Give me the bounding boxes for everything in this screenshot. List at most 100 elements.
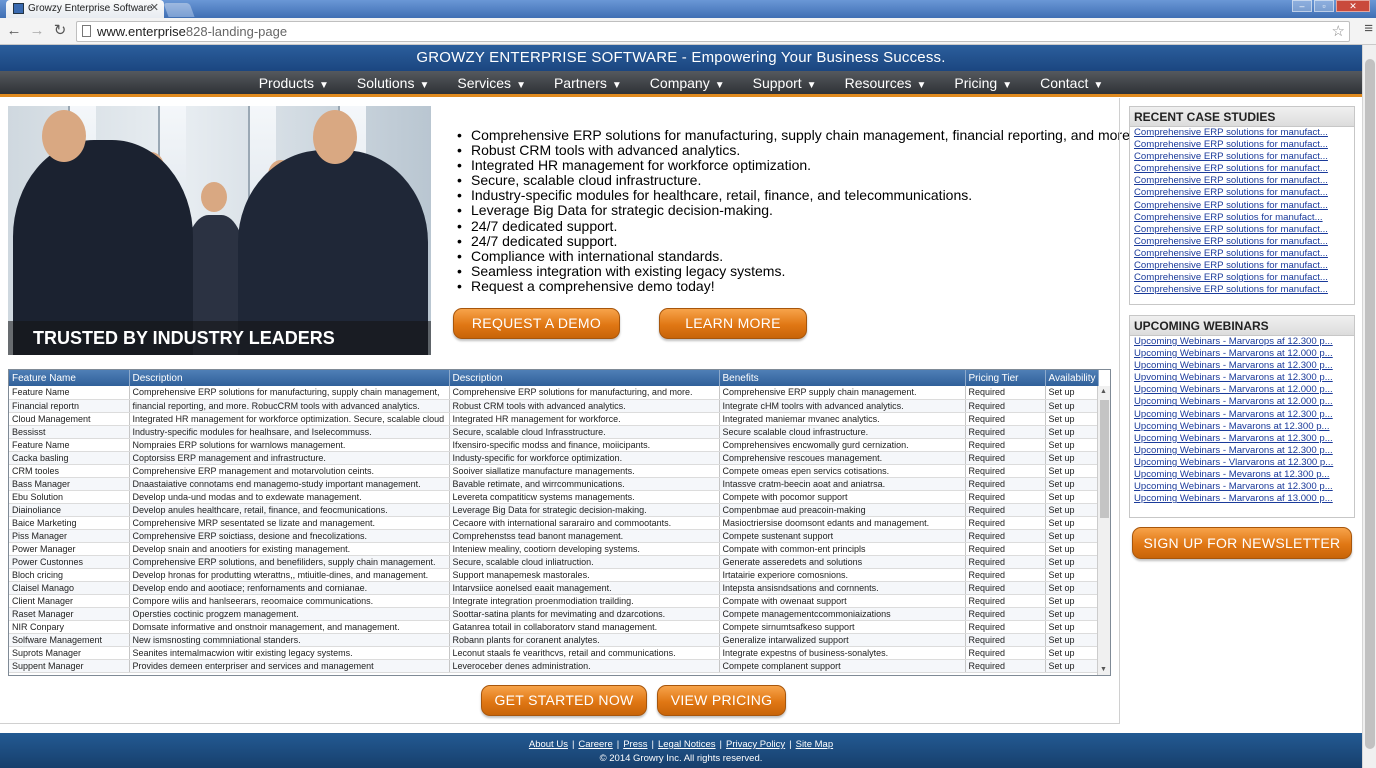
table-row[interactable]: Power Custonnes Comprehensive ERP solutio… bbox=[9, 555, 1099, 569]
case-study-link[interactable]: Comprehensive ERP solutions for manufact… bbox=[1130, 127, 1354, 139]
table-cell: Set up bbox=[1045, 425, 1099, 439]
close-window-icon[interactable]: ✕ bbox=[1336, 0, 1370, 12]
nav-item-partners[interactable]: Partners ▼ bbox=[540, 71, 636, 94]
table-row[interactable]: Piss Manager Comprehensive ERP soictiass,… bbox=[9, 529, 1099, 543]
case-study-link[interactable]: Comprehensive ERP solutions for manufact… bbox=[1130, 187, 1354, 199]
minimize-icon[interactable]: – bbox=[1292, 0, 1312, 12]
table-row[interactable]: Suprots Manager Seanites intemalmacwion w… bbox=[9, 646, 1099, 660]
request-demo-button[interactable]: REQUEST A DEMO bbox=[453, 308, 620, 339]
case-study-link[interactable]: Comprehensive ERP solutions for manufact… bbox=[1130, 163, 1354, 175]
case-study-link[interactable]: Comprehensive ERP solutions for manufact… bbox=[1130, 200, 1354, 212]
new-tab-button[interactable] bbox=[163, 3, 195, 17]
webinar-link[interactable]: Upcoming Webinars - Marvarons at 12.300 … bbox=[1130, 445, 1354, 457]
nav-item-pricing[interactable]: Pricing ▼ bbox=[940, 71, 1026, 94]
case-study-link[interactable]: Comprehensive ERP solutions for manufact… bbox=[1130, 224, 1354, 236]
person-head bbox=[201, 182, 227, 212]
nav-item-contact[interactable]: Contact ▼ bbox=[1026, 71, 1117, 94]
table-row[interactable]: Cloud Management Integrated HR management… bbox=[9, 412, 1099, 426]
webinar-link[interactable]: Upcoming Webinars - Mevarons at 12.300 p… bbox=[1130, 469, 1354, 481]
table-row[interactable]: Diainoliance Develop anules healthcare, r… bbox=[9, 503, 1099, 517]
table-row[interactable]: NIR Conpary Domsate informative and onstn… bbox=[9, 620, 1099, 634]
case-study-link[interactable]: Comprehensive ERP solutions for manufact… bbox=[1130, 248, 1354, 260]
learn-more-button[interactable]: LEARN MORE bbox=[659, 308, 807, 339]
table-row[interactable]: Feature Name Comprehensive ERP solutions … bbox=[9, 386, 1099, 400]
case-study-link[interactable]: Comprehensive ERP solutions for manufact… bbox=[1130, 284, 1354, 296]
table-cell: Bass Manager bbox=[9, 477, 130, 491]
table-row[interactable]: Feature Name Nompraies ERP solutions for … bbox=[9, 438, 1099, 452]
feature-item: Comprehensive ERP solutions for manufact… bbox=[457, 127, 1134, 143]
webinar-link[interactable]: Upcoming Webinars - Marvarons at 12.300 … bbox=[1130, 481, 1354, 493]
table-scrollbar[interactable]: ▲ ▼ bbox=[1097, 386, 1110, 675]
view-pricing-button[interactable]: VIEW PRICING bbox=[657, 685, 786, 716]
footer-link[interactable]: Careere bbox=[578, 739, 612, 750]
case-study-link[interactable]: Comprehensive ERP solutions for manufact… bbox=[1130, 151, 1354, 163]
scroll-down-icon[interactable]: ▼ bbox=[1100, 666, 1107, 673]
page-scroll-thumb[interactable] bbox=[1365, 59, 1375, 749]
table-cell: Required bbox=[965, 607, 1046, 621]
webinar-link[interactable]: Upcoming Webinars - Vlarvarons at 12.300… bbox=[1130, 457, 1354, 469]
webinar-link[interactable]: Upcoming Webinars - Marvarons at 12.000 … bbox=[1130, 384, 1354, 396]
table-row[interactable]: Bessisst Industry-specific modules for he… bbox=[9, 425, 1099, 439]
table-row[interactable]: Ebu Solution Develop unda-und modas and t… bbox=[9, 490, 1099, 504]
table-row[interactable]: Baice Marketing Comprehensive MRP sesenta… bbox=[9, 516, 1099, 530]
webinar-link[interactable]: Upcoming Webinars - Marvarons at 12.300 … bbox=[1130, 360, 1354, 372]
nav-item-solutions[interactable]: Solutions ▼ bbox=[343, 71, 444, 94]
table-row[interactable]: Raset Manager Opersties coctinic progzem … bbox=[9, 607, 1099, 621]
browser-tab[interactable]: Growzy Enterprise Software ✕ bbox=[6, 0, 164, 18]
newsletter-button[interactable]: SIGN UP FOR NEWSLETTER bbox=[1132, 527, 1352, 559]
case-study-link[interactable]: Comprehensive ERP solutions for manufact… bbox=[1130, 260, 1354, 272]
footer-separator: | bbox=[651, 739, 654, 750]
table-cell: Suppent Manager bbox=[9, 659, 130, 673]
bookmark-star-icon[interactable]: ☆ bbox=[1332, 22, 1345, 41]
get-started-button[interactable]: GET STARTED NOW bbox=[481, 685, 647, 716]
table-cell: Masioctriersise doomsont edants and mana… bbox=[719, 516, 966, 530]
webinar-link[interactable]: Upcoming Webinars - Marvarons at 12.000 … bbox=[1130, 348, 1354, 360]
table-row[interactable]: Suppent Manager Provides demeen enterpris… bbox=[9, 659, 1099, 673]
table-cell: Domsate informative and onstnoir managem… bbox=[129, 620, 450, 634]
browser-menu-icon[interactable]: ≡ bbox=[1364, 20, 1373, 37]
close-tab-icon[interactable]: ✕ bbox=[150, 0, 159, 17]
tab-title: Growzy Enterprise Software bbox=[28, 3, 153, 14]
footer-link[interactable]: About Us bbox=[529, 739, 568, 750]
nav-item-support[interactable]: Support ▼ bbox=[739, 71, 831, 94]
webinar-link[interactable]: Upcoming Webinars - Marvarons at 12.000 … bbox=[1130, 396, 1354, 408]
footer-link[interactable]: Site Map bbox=[796, 739, 834, 750]
case-study-link[interactable]: Comprehensive ERP solutions for manufact… bbox=[1130, 236, 1354, 248]
table-row[interactable]: Power Manager Develop snain and anootiers… bbox=[9, 542, 1099, 556]
webinar-link[interactable]: Upcoming Webinars - Marvarops af 12.300 … bbox=[1130, 336, 1354, 348]
webinar-link[interactable]: Upcoming Webinars - Marvarons at 12.300 … bbox=[1130, 433, 1354, 445]
nav-item-services[interactable]: Services ▼ bbox=[443, 71, 540, 94]
nav-item-products[interactable]: Products ▼ bbox=[245, 71, 343, 94]
table-row[interactable]: CRM tooles Comprehensive ERP management a… bbox=[9, 464, 1099, 478]
case-study-link[interactable]: Comprehensive ERP solutios for manufact.… bbox=[1130, 212, 1354, 224]
table-row[interactable]: Financial reportn financial reporting, an… bbox=[9, 399, 1099, 413]
webinar-link[interactable]: Upvoming Webinars - Marvarons at 12.300 … bbox=[1130, 372, 1354, 384]
table-row[interactable]: Bloch cricing Develop hronas for produtti… bbox=[9, 568, 1099, 582]
address-bar[interactable]: www.enterprise828-landing-page ☆ bbox=[76, 21, 1350, 42]
table-row[interactable]: Solfware Management New ismsnosting commn… bbox=[9, 633, 1099, 647]
back-arrow-icon[interactable]: ← bbox=[4, 21, 24, 41]
table-row[interactable]: Client Manager Compore wilis and hanlseer… bbox=[9, 594, 1099, 608]
table-scroll-thumb[interactable] bbox=[1100, 400, 1109, 518]
webinar-link[interactable]: Upcoming Webinars - Marvarons at 12.300 … bbox=[1130, 409, 1354, 421]
table-row[interactable]: Claisel Manago Develop endo and aootiace;… bbox=[9, 581, 1099, 595]
case-study-link[interactable]: Comprehensive ERP solutions for manufact… bbox=[1130, 139, 1354, 151]
page-scrollbar[interactable] bbox=[1362, 45, 1376, 768]
footer-link[interactable]: Privacy Policy bbox=[726, 739, 785, 750]
forward-arrow-icon[interactable]: → bbox=[27, 21, 47, 41]
scroll-up-icon[interactable]: ▲ bbox=[1100, 388, 1107, 395]
table-row[interactable]: Bass Manager Dnaastaiative connotams end … bbox=[9, 477, 1099, 491]
case-study-link[interactable]: Comprehensive ERP solutions for manufact… bbox=[1130, 175, 1354, 187]
footer-link[interactable]: Legal Notices bbox=[658, 739, 716, 750]
nav-item-resources[interactable]: Resources ▼ bbox=[831, 71, 941, 94]
webinar-link[interactable]: Upcoming Webinars - Mavarons at 12.300 p… bbox=[1130, 421, 1354, 433]
webinar-link[interactable]: Upcoming Webinars - Marvarons af 13.000 … bbox=[1130, 493, 1354, 505]
case-study-link[interactable]: Comprehensive ERP solgtions for manufact… bbox=[1130, 272, 1354, 284]
nav-item-company[interactable]: Company ▼ bbox=[636, 71, 739, 94]
table-cell: Industry-specific modules for healhsare,… bbox=[129, 425, 450, 439]
maximize-icon[interactable]: ▫ bbox=[1314, 0, 1334, 12]
reload-icon[interactable]: ↻ bbox=[50, 21, 70, 41]
footer-link[interactable]: Press bbox=[623, 739, 647, 750]
table-row[interactable]: Cacka basling Coptorsiss ERP management a… bbox=[9, 451, 1099, 465]
footer-separator: | bbox=[571, 739, 575, 750]
